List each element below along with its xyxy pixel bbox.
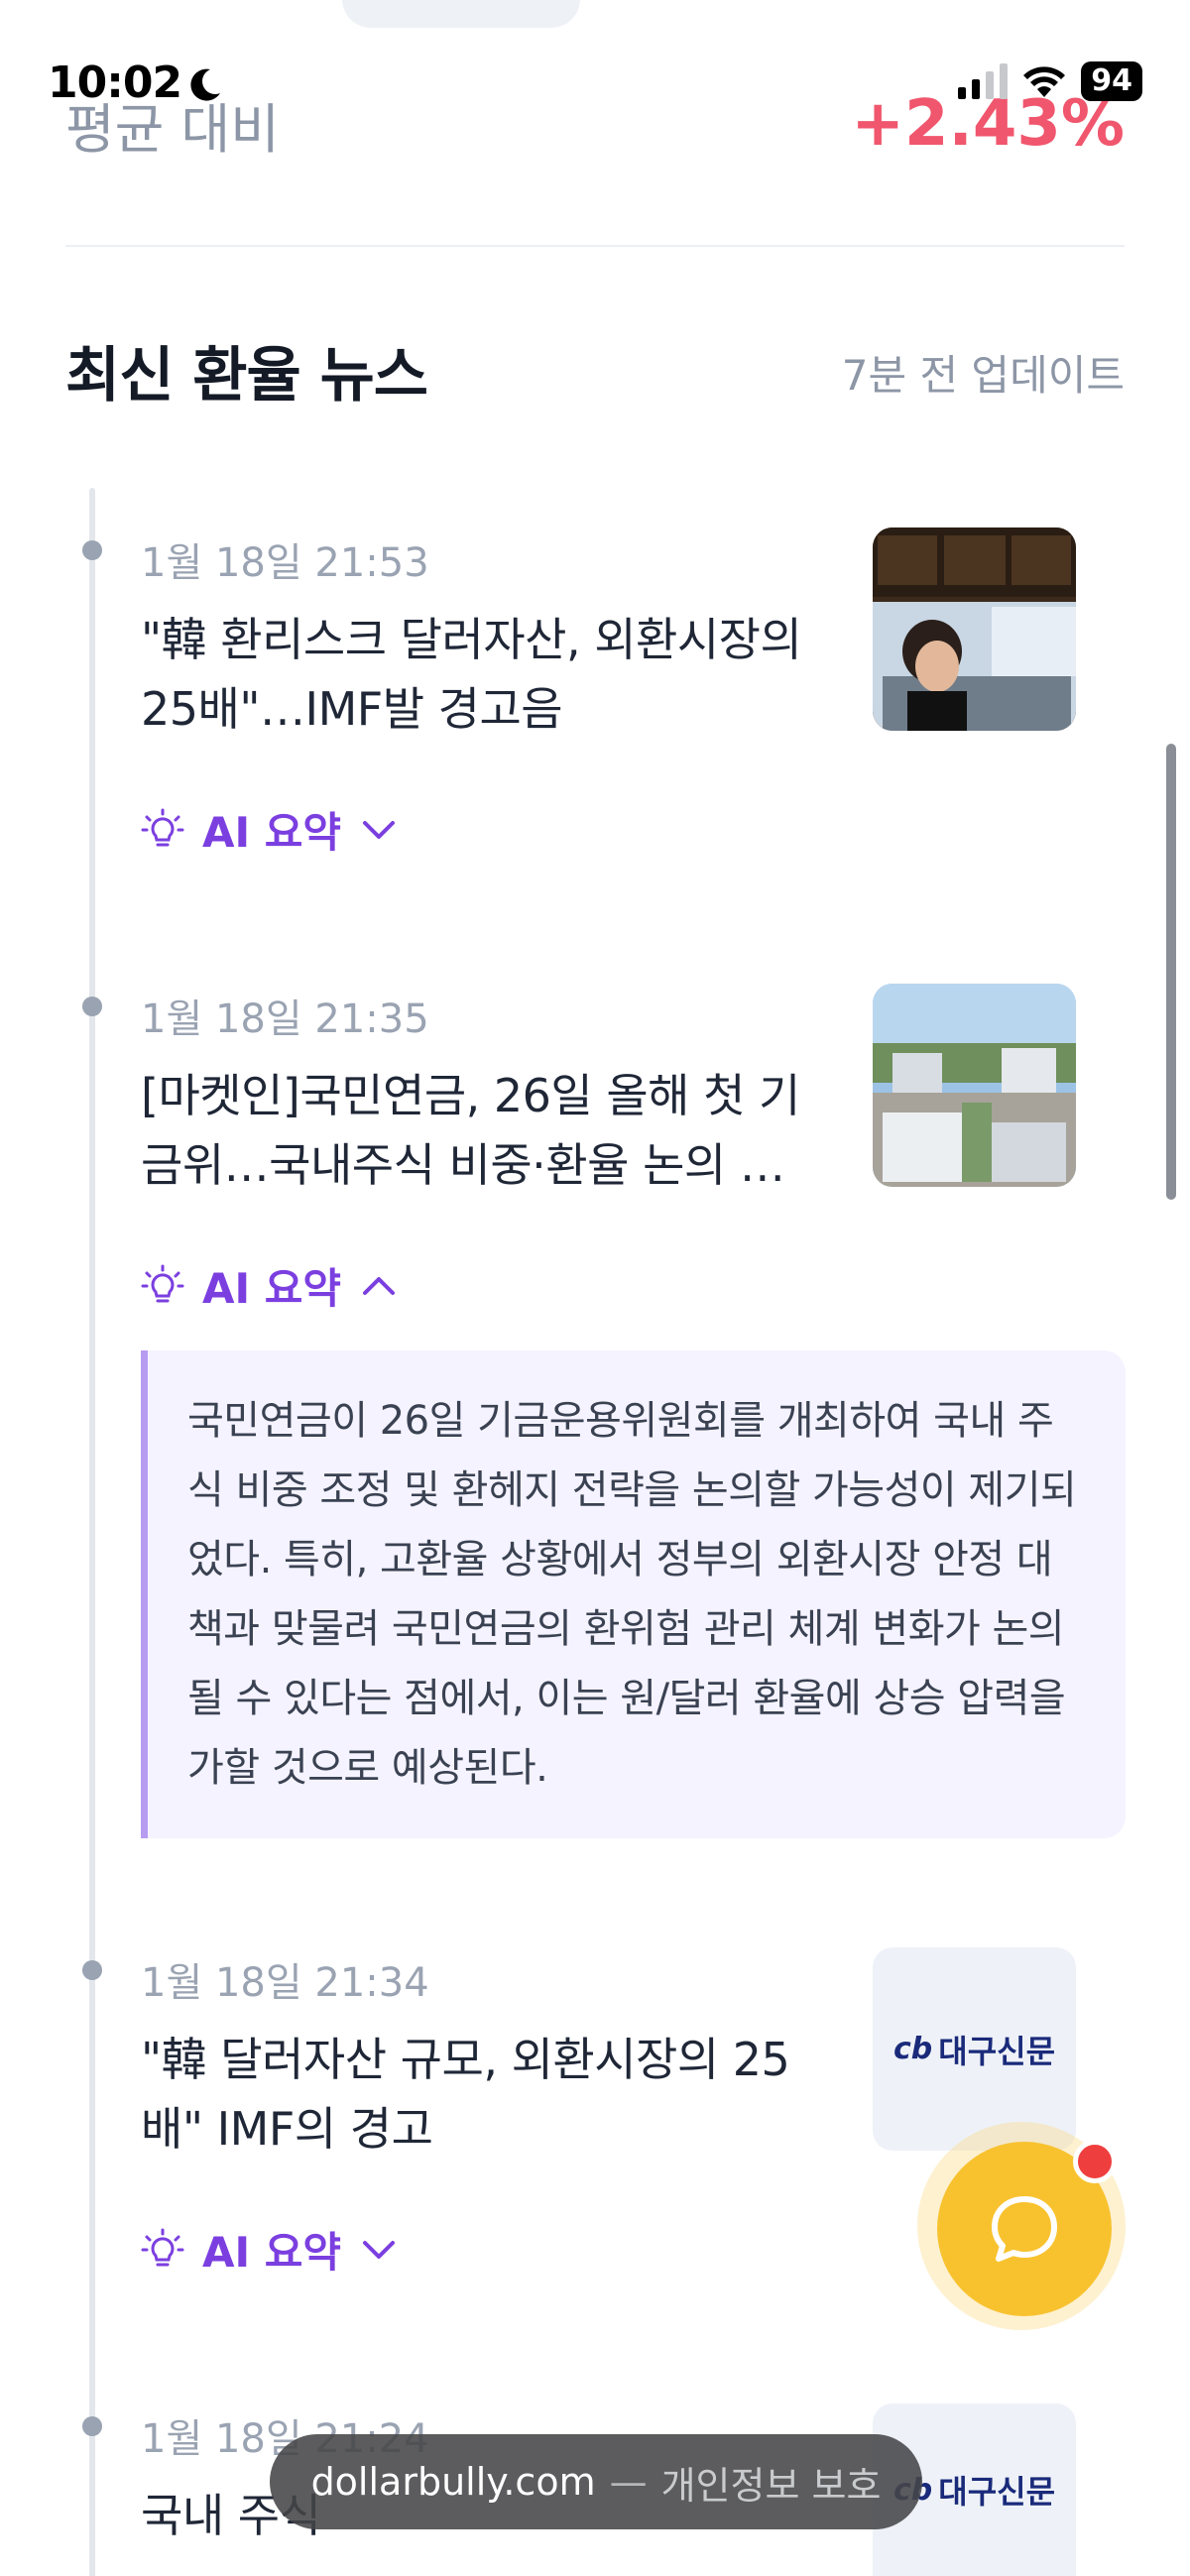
news-thumbnail[interactable] xyxy=(873,527,1076,731)
ai-summary-toggle[interactable]: AI 요약 xyxy=(141,799,399,860)
ai-summary-toggle[interactable]: AI 요약 xyxy=(141,2219,399,2280)
news-updated-time: 7분 전 업데이트 xyxy=(841,351,1125,400)
privacy-label: 개인정보 보호 xyxy=(660,2463,882,2508)
news-thumbnail[interactable]: cb 대구신문 xyxy=(873,1947,1076,2151)
ai-summary-toggle[interactable]: AI 요약 xyxy=(141,1255,399,1316)
cellular-signal-icon xyxy=(958,63,1009,99)
ai-summary-text: 국민연금이 26일 기금운용위원회를 개최하여 국내 주식 비중 조정 및 환헤… xyxy=(141,1350,1126,1838)
publisher-logo-mark: cb xyxy=(892,2032,933,2066)
ai-summary-label: AI 요약 xyxy=(202,1264,342,1313)
url-separator: — xyxy=(609,2460,648,2504)
status-indicators: 94 xyxy=(958,61,1142,101)
news-title[interactable]: "韓 환리스크 달러자산, 외환시장의 25배"…IMF발 경고음 xyxy=(141,605,835,744)
chevron-down-icon xyxy=(363,820,396,839)
browser-url-toast[interactable]: dollarbully.com — 개인정보 보호 xyxy=(270,2434,922,2529)
timeline-dot xyxy=(82,540,102,560)
notification-badge xyxy=(1073,2140,1117,2183)
chevron-down-icon xyxy=(363,2240,396,2259)
news-date: 1월 18일 21:34 xyxy=(141,1960,429,2006)
timeline-dot xyxy=(82,2416,102,2436)
ai-summary-label: AI 요약 xyxy=(202,2228,342,2277)
timeline-dot xyxy=(82,996,102,1016)
timeline-dot xyxy=(82,1960,102,1980)
news-title[interactable]: [마켓인]국민연금, 26일 올해 첫 기금위…국내주식 비중·환율 논의 … xyxy=(141,1061,835,1200)
nps-building-photo xyxy=(873,984,1076,1187)
publisher-logo-text: 대구신문 xyxy=(938,2032,1056,2070)
wifi-icon xyxy=(1023,66,1066,97)
section-divider xyxy=(65,245,1125,247)
lightbulb-icon xyxy=(141,808,184,846)
chat-bubble-icon xyxy=(992,2196,1057,2262)
moon-icon xyxy=(190,68,220,101)
trading-room-photo xyxy=(873,527,1076,731)
news-date: 1월 18일 21:53 xyxy=(141,540,429,586)
news-thumbnail[interactable] xyxy=(873,984,1076,1187)
status-bar: 10:02 94 xyxy=(0,0,1190,129)
lightbulb-icon xyxy=(141,1264,184,1302)
scrollbar[interactable] xyxy=(1166,744,1176,1200)
lightbulb-icon xyxy=(141,2228,184,2266)
news-date: 1월 18일 21:35 xyxy=(141,996,429,1042)
chevron-up-icon xyxy=(363,1276,396,1295)
url-domain: dollarbully.com xyxy=(310,2460,596,2504)
ai-summary-label: AI 요약 xyxy=(202,808,342,857)
timeline-line xyxy=(89,488,95,2576)
news-title[interactable]: "韓 달러자산 규모, 외환시장의 25배" IMF의 경고 xyxy=(141,2025,835,2164)
status-time: 10:02 xyxy=(48,58,182,108)
news-section-title: 최신 환율 뉴스 xyxy=(65,341,428,410)
publisher-logo-text: 대구신문 xyxy=(938,2473,1056,2511)
battery-indicator: 94 xyxy=(1081,61,1142,101)
